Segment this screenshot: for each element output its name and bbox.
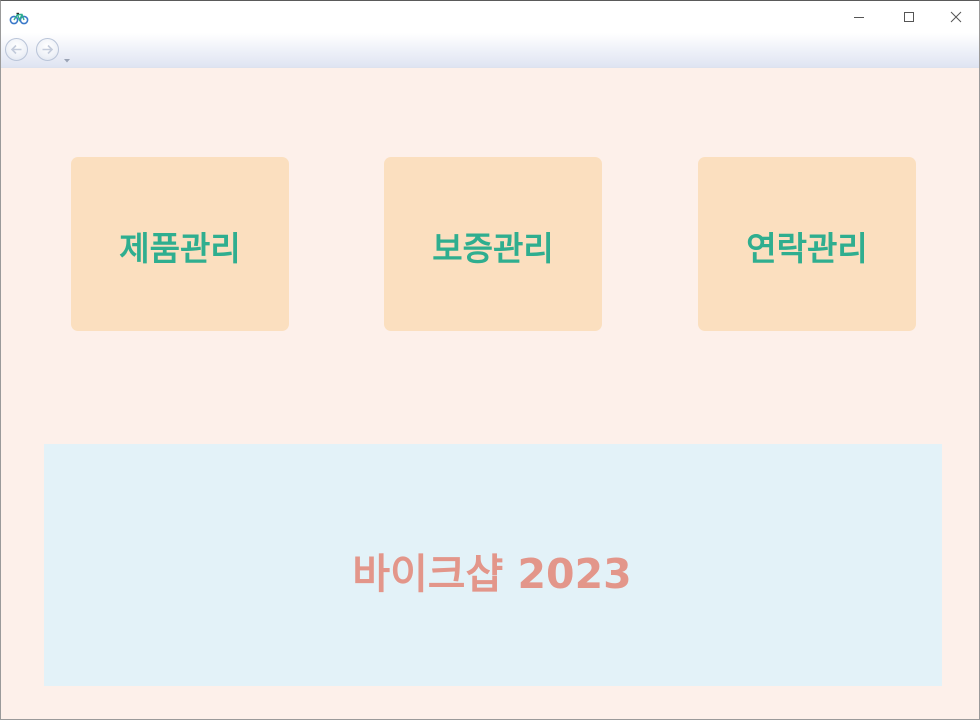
contact-management-button[interactable]: 연락관리 bbox=[698, 157, 916, 331]
minimize-button[interactable] bbox=[836, 1, 882, 33]
arrow-left-icon bbox=[10, 40, 23, 59]
arrow-right-icon bbox=[41, 40, 54, 59]
close-icon bbox=[950, 8, 962, 27]
navigation-bar bbox=[1, 33, 979, 68]
title-bar bbox=[1, 1, 979, 33]
close-button[interactable] bbox=[933, 1, 979, 33]
app-window: 제품관리 보증관리 연락관리 바이크샵 2023 bbox=[0, 0, 980, 720]
tile-label: 보증관리 bbox=[432, 229, 554, 268]
tile-label: 연락관리 bbox=[746, 229, 868, 268]
maximize-icon bbox=[903, 8, 915, 27]
forward-button[interactable] bbox=[36, 38, 59, 61]
main-content: 제품관리 보증관리 연락관리 바이크샵 2023 bbox=[1, 68, 979, 719]
product-management-button[interactable]: 제품관리 bbox=[71, 157, 289, 331]
chevron-down-icon[interactable] bbox=[63, 49, 71, 63]
banner: 바이크샵 2023 bbox=[44, 444, 942, 686]
tile-label: 제품관리 bbox=[119, 229, 241, 268]
minimize-icon bbox=[853, 8, 865, 27]
bicycle-icon bbox=[9, 10, 29, 25]
back-button[interactable] bbox=[5, 38, 28, 61]
warranty-management-button[interactable]: 보증관리 bbox=[384, 157, 602, 331]
banner-title: 바이크샵 2023 bbox=[352, 550, 632, 598]
maximize-button[interactable] bbox=[886, 1, 932, 33]
